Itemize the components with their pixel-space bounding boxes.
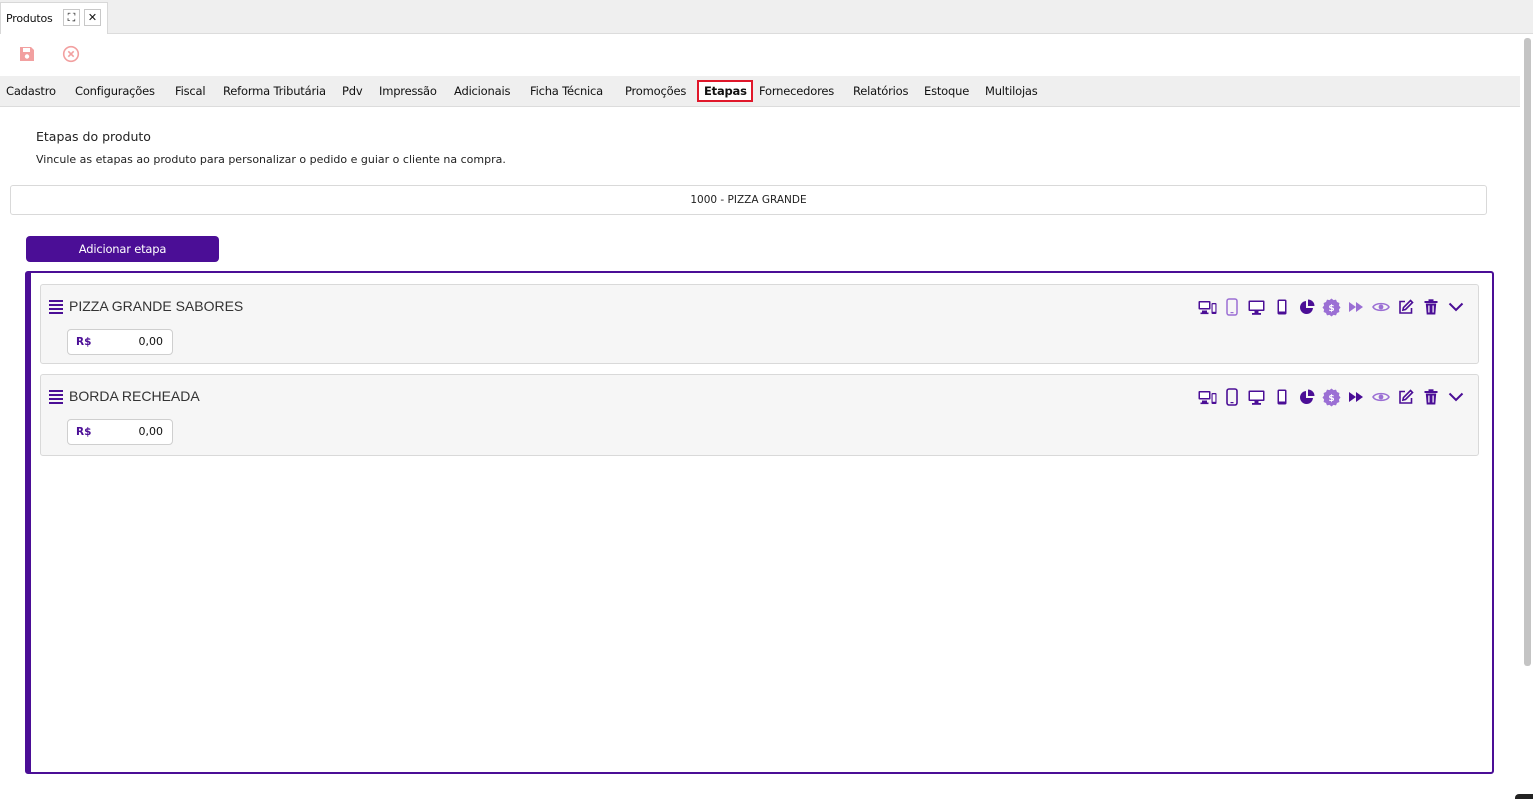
document-tab[interactable]: Produtos ⛶ ✕ — [0, 2, 108, 34]
maximize-icon[interactable]: ⛶ — [63, 9, 80, 26]
edit-icon[interactable] — [1396, 297, 1416, 317]
currency-label: R$ — [76, 336, 92, 348]
step-name: BORDA RECHEADA — [69, 388, 200, 404]
price-badge-icon[interactable]: $ — [1322, 387, 1342, 407]
trash-icon[interactable] — [1421, 387, 1441, 407]
desktop-mobile-icon[interactable] — [1197, 387, 1217, 407]
desktop-mobile-icon[interactable] — [1197, 297, 1217, 317]
step-price-field[interactable]: R$ 0,00 — [67, 419, 173, 445]
nav-item-multilojas[interactable]: Multilojas — [979, 80, 1044, 102]
mobile-icon[interactable] — [1272, 297, 1292, 317]
step-actions: $ — [1192, 297, 1466, 317]
nav-item-relatorios[interactable]: Relatórios — [847, 80, 914, 102]
fast-forward-icon[interactable] — [1346, 387, 1366, 407]
smartphone-icon[interactable] — [1222, 297, 1242, 317]
drag-handle-icon[interactable] — [49, 300, 63, 314]
product-display: 1000 - PIZZA GRANDE — [10, 185, 1487, 215]
step-actions: $ — [1192, 387, 1466, 407]
fast-forward-icon[interactable] — [1346, 297, 1366, 317]
save-icon[interactable] — [17, 44, 37, 64]
nav-item-estoque[interactable]: Estoque — [918, 80, 975, 102]
svg-text:$: $ — [1328, 394, 1334, 404]
nav-item-fornecedores[interactable]: Fornecedores — [753, 80, 840, 102]
nav-item-pdv[interactable]: Pdv — [336, 80, 368, 102]
step-card: BORDA RECHEADA R$ 0,00 $ — [40, 374, 1479, 456]
document-tab-title: Produtos — [6, 12, 53, 25]
nav-item-reforma-tributaria[interactable]: Reforma Tributária — [217, 80, 332, 102]
price-value: 0,00 — [138, 335, 164, 348]
edit-icon[interactable] — [1396, 387, 1416, 407]
monitor-icon[interactable] — [1247, 387, 1267, 407]
nav-item-adicionais[interactable]: Adicionais — [448, 80, 516, 102]
section-nav: Cadastro Configurações Fiscal Reforma Tr… — [0, 76, 1520, 107]
step-card: PIZZA GRANDE SABORES R$ 0,00 $ — [40, 284, 1479, 364]
nav-item-cadastro[interactable]: Cadastro — [0, 80, 62, 102]
add-step-button[interactable]: Adicionar etapa — [26, 236, 219, 262]
nav-item-etapas[interactable]: Etapas — [697, 80, 753, 102]
mobile-icon[interactable] — [1272, 387, 1292, 407]
nav-item-configuracoes[interactable]: Configurações — [69, 80, 161, 102]
toolbar — [0, 36, 1520, 72]
step-name: PIZZA GRANDE SABORES — [69, 298, 244, 314]
tab-strip: Produtos ⛶ ✕ — [0, 0, 1533, 34]
step-price-field[interactable]: R$ 0,00 — [67, 329, 173, 355]
page-title: Etapas do produto — [36, 129, 151, 144]
price-badge-icon[interactable]: $ — [1322, 297, 1342, 317]
vertical-scrollbar[interactable] — [1524, 38, 1531, 666]
close-icon[interactable]: ✕ — [84, 9, 101, 26]
nav-item-impressao[interactable]: Impressão — [373, 80, 443, 102]
cancel-circle-icon[interactable] — [61, 44, 81, 64]
eye-icon[interactable] — [1371, 387, 1391, 407]
chevron-down-icon[interactable] — [1446, 387, 1466, 407]
trash-icon[interactable] — [1421, 297, 1441, 317]
pie-chart-icon[interactable] — [1297, 297, 1317, 317]
window-corner — [1515, 794, 1533, 799]
pie-chart-icon[interactable] — [1297, 387, 1317, 407]
currency-label: R$ — [76, 426, 92, 438]
nav-item-promocoes[interactable]: Promoções — [619, 80, 692, 102]
page-description: Vincule as etapas ao produto para person… — [36, 153, 506, 166]
steps-panel: PIZZA GRANDE SABORES R$ 0,00 $ BORDA REC… — [25, 271, 1494, 774]
smartphone-icon[interactable] — [1222, 387, 1242, 407]
nav-item-fiscal[interactable]: Fiscal — [169, 80, 211, 102]
chevron-down-icon[interactable] — [1446, 297, 1466, 317]
eye-icon[interactable] — [1371, 297, 1391, 317]
monitor-icon[interactable] — [1247, 297, 1267, 317]
drag-handle-icon[interactable] — [49, 390, 63, 404]
svg-text:$: $ — [1328, 304, 1334, 314]
nav-item-ficha-tecnica[interactable]: Ficha Técnica — [524, 80, 609, 102]
product-name: 1000 - PIZZA GRANDE — [690, 194, 807, 206]
price-value: 0,00 — [138, 425, 164, 438]
